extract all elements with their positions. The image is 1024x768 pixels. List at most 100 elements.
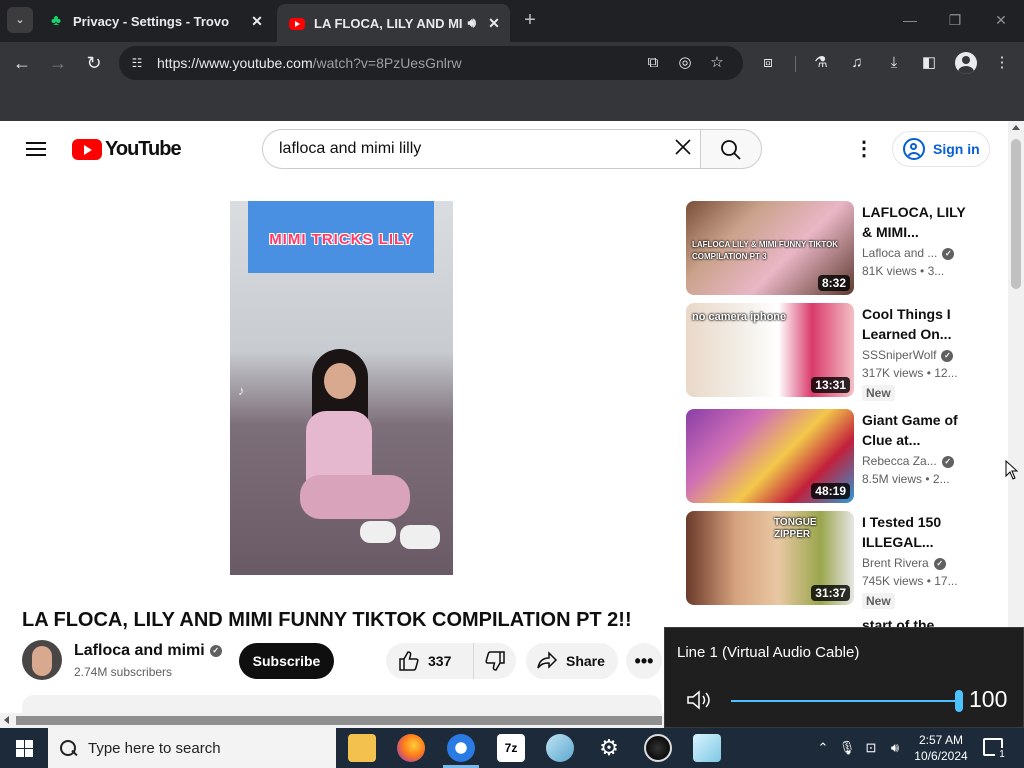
sign-in-button[interactable]: Sign in [892,131,990,167]
vertical-scrollbar[interactable] [1008,121,1024,713]
youtube-logo-text: YouTube [105,137,182,160]
profile-avatar-icon[interactable] [955,52,977,74]
file-explorer-icon[interactable] [348,734,376,762]
back-button[interactable]: ← [8,50,36,76]
speaker-icon[interactable]: 🔊︎ [468,15,476,31]
obs-icon[interactable] [644,734,672,762]
clock-time: 2:57 AM [918,733,964,747]
site-info-icon[interactable]: ☷ [129,55,145,71]
recommendation-title[interactable]: LAFLOCA, LILY & MIMI... [862,202,972,242]
like-button[interactable]: 337 [386,643,474,679]
recommendation-item[interactable]: LAFLOCA LILY & MIMI FUNNY TIKTOK COMPILA… [686,201,976,297]
channel-avatar[interactable] [22,640,62,680]
taskbar-search-placeholder: Type here to search [88,739,221,757]
channel-name[interactable]: Lafloca and mimi ✓ [74,642,222,660]
thumbnail-caption: no camera iphone [692,311,787,323]
vertical-scroll-thumb[interactable] [1011,139,1021,289]
media-controls-icon[interactable]: ♫ [846,52,868,74]
search-box[interactable] [262,129,700,169]
taskbar-search-box[interactable]: Type here to search [48,728,336,768]
search-icon [721,140,741,160]
browser-menu-icon[interactable]: ⋮ [991,52,1013,74]
download-icon[interactable]: ⤓ [883,52,905,74]
reload-button[interactable]: ↻ [80,50,108,76]
tab-search-button[interactable]: ⌄ [7,7,33,33]
thumbs-up-icon [399,651,419,671]
subscribe-button[interactable]: Subscribe [239,643,334,679]
search-icon [60,740,76,756]
forward-button[interactable]: → [44,50,72,76]
install-app-icon[interactable]: ⧉ [643,53,663,73]
7zip-icon[interactable]: 7z [497,734,525,762]
taskbar-clock[interactable]: 2:57 AM 10/6/2024 [908,732,974,764]
settings-gear-icon[interactable]: ⚙ [595,734,623,762]
description-box[interactable] [22,695,662,713]
clear-search-icon[interactable] [671,137,695,161]
youtube-logo[interactable]: YouTube [72,137,182,160]
like-count: 337 [428,653,452,669]
toolbar-divider [795,56,796,72]
browser-tabstrip: ⌄ ♣ Privacy - Settings - Trovo ✕ LA FLOC… [0,0,1024,42]
video-duration: 48:19 [811,483,850,499]
firefox-icon[interactable] [397,734,425,762]
settings-more-icon[interactable]: ⋮ [852,137,876,161]
volume-slider-fill [731,700,959,702]
speaker-volume-icon[interactable] [685,688,713,712]
address-bar[interactable]: ☷ https://www.youtube.com/watch?v=8PzUes… [119,46,743,80]
volume-tray-icon[interactable]: 🔊︎ [886,739,904,757]
recommendation-thumbnail[interactable]: no camera iphone 13:31 [686,303,854,397]
flask-icon[interactable]: ⚗ [810,52,832,74]
network-icon[interactable]: ⊡ [862,739,880,757]
recommendation-item[interactable]: TONGUE ZIPPER 31:37 I Tested 150 ILLEGAL… [686,511,976,609]
scroll-up-arrow-icon[interactable] [1012,125,1020,130]
subscriber-count: 2.74M subscribers [74,665,173,679]
eye-off-icon[interactable]: ◎ [675,53,695,73]
chrome-icon[interactable] [447,734,475,762]
recommendation-item[interactable]: no camera iphone 13:31 Cool Things I Lea… [686,303,976,401]
minimize-button[interactable]: — [895,8,925,32]
recommendation-title[interactable]: Cool Things I Learned On... [862,304,972,344]
chevron-up-icon[interactable]: ⌃ [814,739,832,757]
scroll-left-arrow-icon[interactable] [4,716,9,724]
search-input[interactable] [279,130,659,168]
video-player[interactable]: MIMI TRICKS LILY ♪ [230,201,453,575]
microphone-icon[interactable]: 🎙︎ [838,739,856,757]
app-icon[interactable] [546,734,574,762]
recommendation-item[interactable]: 48:19 Giant Game of Clue at... Rebecca Z… [686,409,976,505]
recommendation-views: 317K views • 12... [862,366,958,380]
more-actions-button[interactable]: ••• [626,643,662,679]
recommendation-thumbnail[interactable]: LAFLOCA LILY & MIMI FUNNY TIKTOK COMPILA… [686,201,854,295]
volume-slider[interactable] [731,690,963,712]
close-window-button[interactable]: ✕ [986,8,1016,32]
url-text[interactable]: https://www.youtube.com/watch?v=8PzUesGn… [157,55,462,71]
recommendation-thumbnail[interactable]: 48:19 [686,409,854,503]
horizontal-scroll-thumb[interactable] [16,716,662,725]
close-tab-icon[interactable]: ✕ [247,11,267,31]
thumbs-down-icon [485,651,505,671]
recommendation-views: 745K views • 17... [862,574,958,588]
mouse-pointer-icon [1005,460,1019,480]
start-button[interactable] [0,728,48,768]
recommendation-title[interactable]: Giant Game of Clue at... [862,410,972,450]
search-button[interactable] [700,129,762,169]
recommendation-thumbnail[interactable]: TONGUE ZIPPER 31:37 [686,511,854,605]
sign-in-label: Sign in [933,141,980,157]
video-overlay-text: MIMI TRICKS LILY [269,231,414,248]
restore-button[interactable]: ❐ [940,8,970,32]
tab-trovo-settings[interactable]: ♣ Privacy - Settings - Trovo ✕ [36,6,273,36]
audio-device-name[interactable]: Line 1 (Virtual Audio Cable) [677,644,859,661]
guide-menu-icon[interactable] [26,142,46,156]
volume-slider-thumb[interactable] [955,690,963,712]
close-tab-icon[interactable]: ✕ [484,13,504,33]
verified-icon: ✓ [941,349,954,362]
bookmark-star-icon[interactable]: ☆ [707,53,727,73]
app-icon[interactable] [693,734,721,762]
extensions-icon[interactable]: ⧈ [757,52,779,74]
side-panel-icon[interactable]: ◧ [918,52,940,74]
recommendation-title[interactable]: I Tested 150 ILLEGAL... [862,512,972,552]
share-button[interactable]: Share [526,643,618,679]
dislike-button[interactable] [474,650,516,672]
tab-youtube-video[interactable]: LA FLOCA, LILY AND MIMI 🔊︎ ✕ [277,4,510,42]
new-tab-button[interactable]: + [518,8,542,32]
recommendation-channel: Rebecca Za... ✓ [862,454,962,468]
